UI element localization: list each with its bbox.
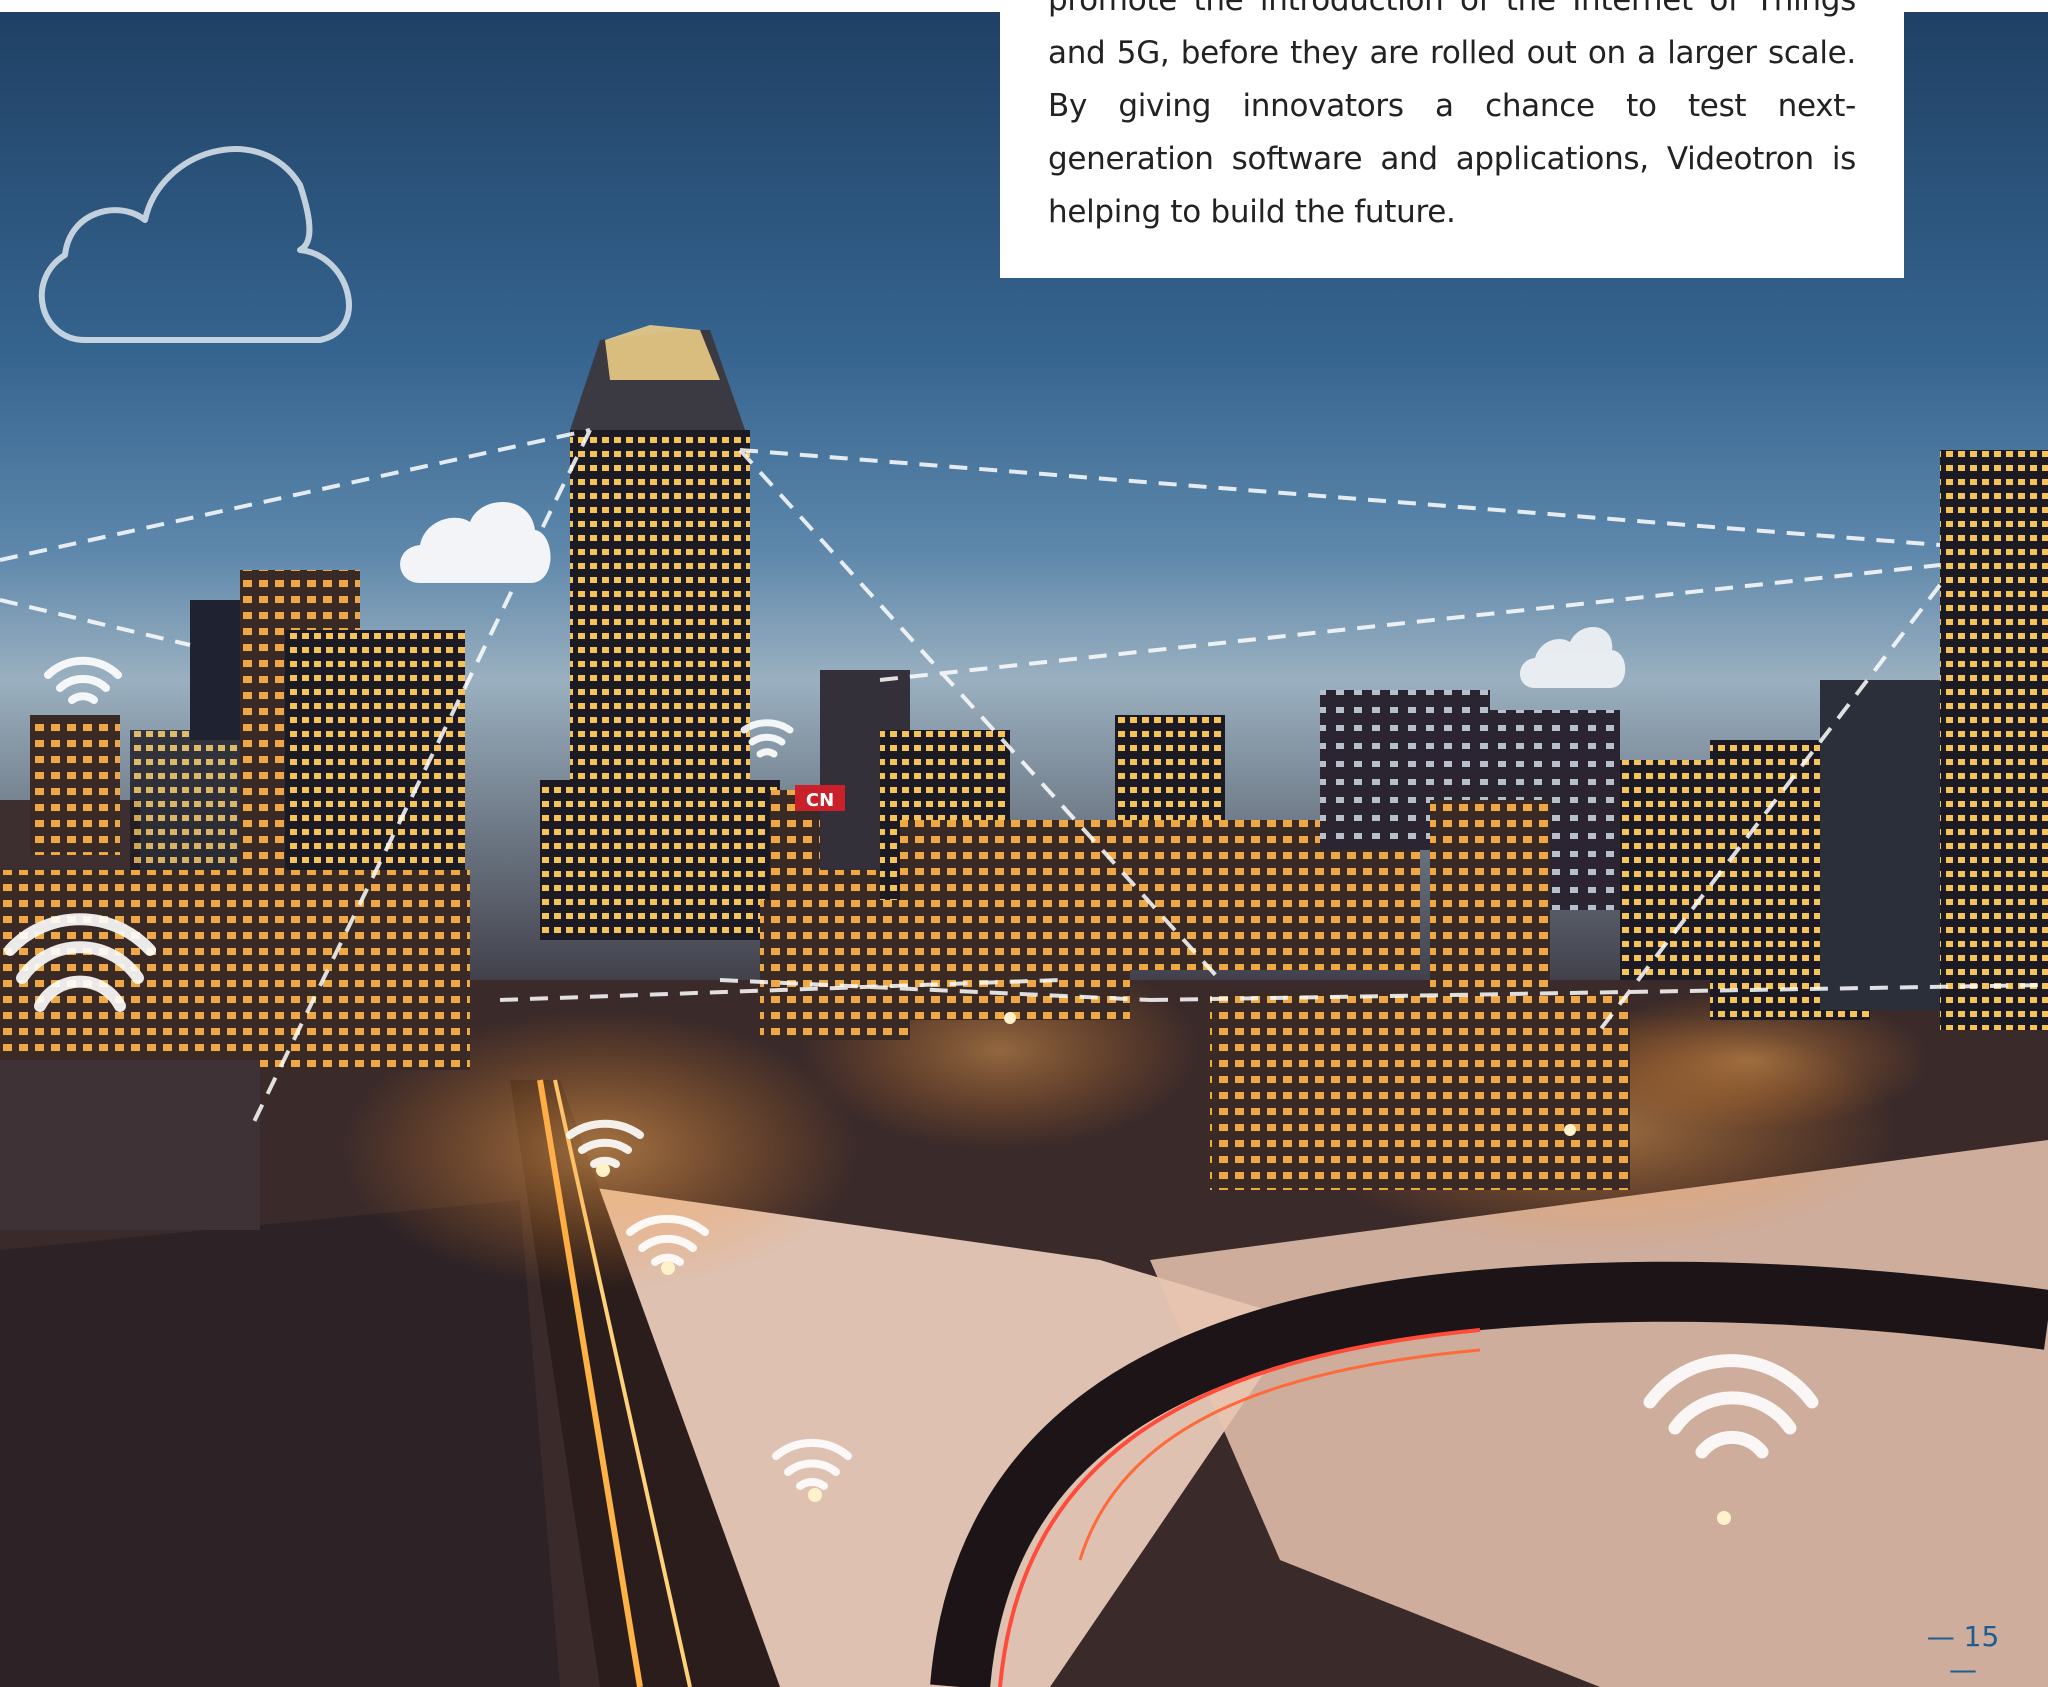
text-panel: promote the introduction of the Internet… bbox=[1000, 0, 1904, 278]
cn-sign-text: CN bbox=[806, 790, 834, 811]
body-paragraph: promote the introduction of the Internet… bbox=[1048, 0, 1856, 230]
page-number: — 15 — bbox=[1926, 1620, 2000, 1686]
